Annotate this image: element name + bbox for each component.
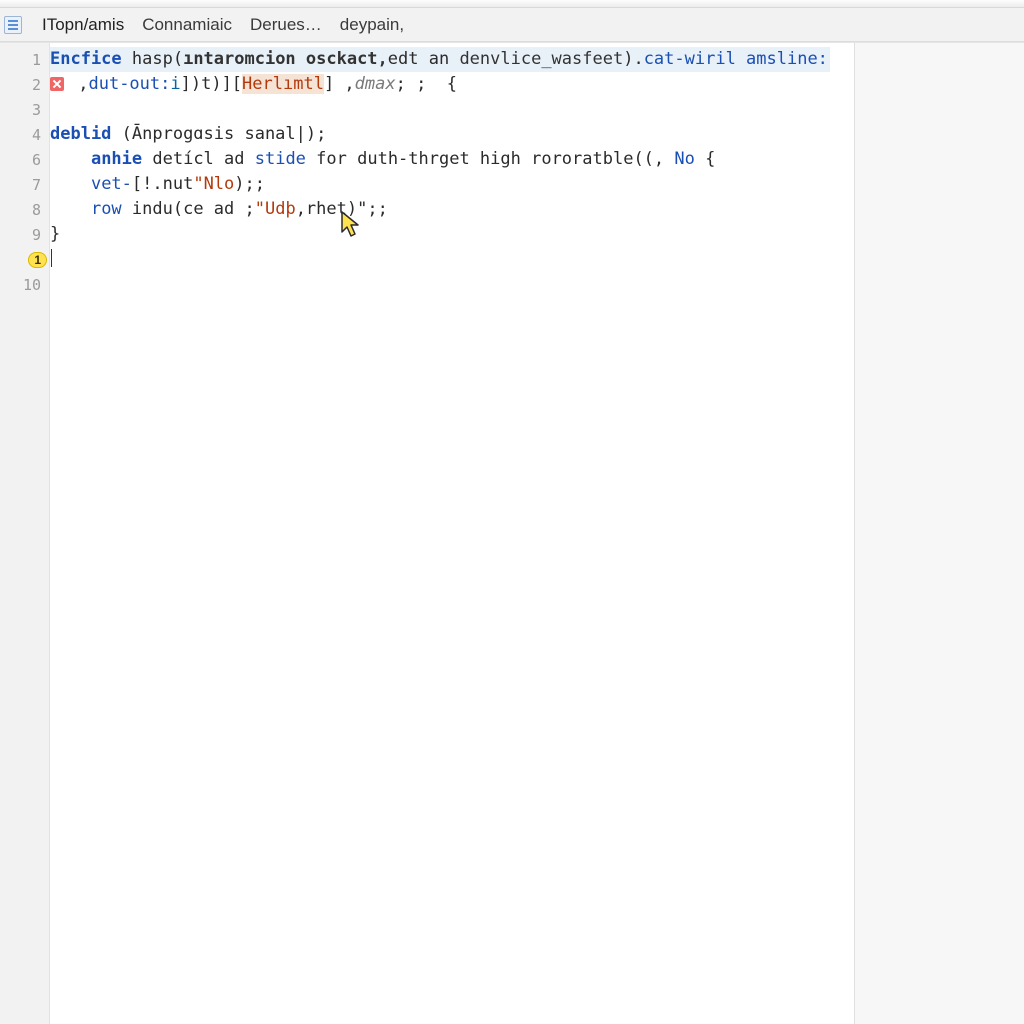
right-margin	[854, 43, 1024, 1024]
token: ,rhet)";;	[296, 199, 388, 219]
tab-file[interactable]: ITopn/amis	[42, 15, 124, 35]
token: (Ānprogɑsis sanal|);	[111, 124, 326, 144]
token: ])t)][	[181, 74, 242, 94]
token: detícl ad	[142, 149, 255, 169]
token-keyword: anhie	[91, 149, 142, 169]
line-number: 1	[0, 51, 49, 69]
line-number: 4	[0, 126, 49, 144]
line-number: 8	[0, 201, 49, 219]
editor: 1 2 3 4 6 7 8 9 9 1 10 Encfice hasp(ınta…	[0, 42, 1024, 1024]
tab-derues[interactable]: Derues…	[250, 15, 322, 35]
token-keyword: deblid	[50, 124, 111, 144]
token: dut-out:	[88, 74, 170, 94]
token: row	[91, 199, 122, 219]
token: ).	[623, 49, 643, 69]
token: ; ; {	[396, 74, 457, 94]
line-number: 7	[0, 176, 49, 194]
code-content[interactable]: Encfice hasp(ıntaromcion osckact,edt an …	[50, 47, 854, 272]
line-number: 6	[0, 151, 49, 169]
token: i	[170, 74, 180, 94]
token-string: "Nlo	[193, 174, 234, 194]
token-string: "Udþ	[255, 199, 296, 219]
tab-deypain[interactable]: deypain,	[340, 15, 404, 35]
warning-badge[interactable]: 1	[28, 252, 47, 268]
tab-bar: ITopn/amis Connamiaic Derues… deypain,	[0, 8, 1024, 42]
token: vet-	[91, 174, 132, 194]
token: denvlice_wasfeet	[459, 49, 623, 69]
token: [!.nut	[132, 174, 193, 194]
token-keyword: Encfice	[50, 49, 122, 69]
line-number: 10	[0, 276, 49, 294]
token: {	[695, 149, 715, 169]
token: for	[306, 149, 357, 169]
token: ,	[68, 74, 88, 94]
token: ] ,	[324, 74, 355, 94]
token: indu(ce ad ;	[122, 199, 255, 219]
token: );;	[234, 174, 265, 194]
text-caret	[51, 249, 52, 267]
tab-connamiaic[interactable]: Connamiaic	[142, 15, 232, 35]
token: ıntaromcion osckact,	[183, 49, 388, 69]
line-number: 2	[0, 76, 49, 94]
line-number: 3	[0, 101, 49, 119]
token: }	[50, 224, 60, 244]
token: dmax	[355, 74, 396, 94]
token: cat‑wiril amsline:	[644, 49, 828, 69]
token: duth-thrget high rororatble((,	[357, 149, 674, 169]
token: No	[674, 149, 694, 169]
token: hasp(	[122, 49, 183, 69]
token-keyword: stide	[255, 149, 306, 169]
window-chrome	[0, 0, 1024, 8]
line-number: 9	[0, 226, 49, 244]
token: Herlımtl	[242, 74, 324, 94]
line-number-gutter: 1 2 3 4 6 7 8 9 9 1 10	[0, 43, 50, 1024]
file-icon	[4, 16, 22, 34]
token: edt an	[388, 49, 460, 69]
code-area[interactable]: Encfice hasp(ıntaromcion osckact,edt an …	[50, 43, 854, 1024]
error-icon[interactable]	[50, 77, 64, 91]
